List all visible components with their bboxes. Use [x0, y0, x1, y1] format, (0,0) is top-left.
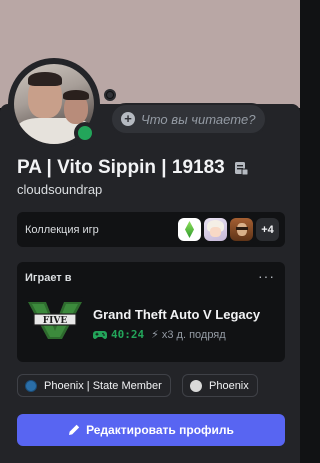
server-tag-label: Phoenix | State Member — [44, 379, 162, 392]
username: cloudsoundrap — [17, 182, 103, 197]
server-tag-label: Phoenix — [209, 379, 249, 392]
server-icon — [25, 379, 37, 392]
game-collection-label: Коллекция игр — [25, 223, 99, 236]
name-row: PA | Vito Sippin | 19183 — [17, 157, 249, 179]
game-title: Grand Theft Auto V Legacy — [93, 307, 261, 322]
custom-status-bubble[interactable]: + Что вы читаете? — [110, 103, 267, 135]
server-icon — [190, 379, 202, 392]
elapsed-time: 40:24 — [111, 328, 145, 341]
more-games-badge[interactable]: +4 — [256, 218, 279, 241]
profile-note-icon[interactable] — [233, 160, 249, 176]
online-status-icon — [78, 126, 92, 140]
plus-circle-icon: + — [121, 112, 135, 126]
game-collection[interactable]: Коллекция игр +4 — [17, 212, 285, 247]
man-portrait-icon[interactable] — [230, 218, 253, 241]
gamepad-icon — [93, 330, 107, 339]
streak-icon: ⚡ — [151, 329, 159, 341]
activity-panel: Играет в ··· FIVE Grand Theft Auto V Leg… — [17, 262, 285, 362]
server-tag[interactable]: Phoenix — [182, 374, 258, 397]
server-tag[interactable]: Phoenix | State Member — [17, 374, 171, 397]
activity-meta: 40:24 ⚡ x3 д. подряд — [93, 328, 226, 341]
custom-status-placeholder: Что вы читаете? — [141, 111, 256, 127]
anime-character-icon[interactable] — [204, 218, 227, 241]
edit-profile-label: Редактировать профиль — [86, 423, 234, 437]
streak-text: x3 д. подряд — [161, 328, 226, 341]
sims-plumbob-icon[interactable] — [178, 218, 201, 241]
status-bubble-tail — [104, 89, 116, 101]
gta-v-logo-icon[interactable]: FIVE — [26, 297, 84, 343]
avatar-hair-secondary — [63, 90, 89, 100]
pencil-icon — [69, 424, 80, 435]
display-name: PA | Vito Sippin | 19183 — [17, 157, 225, 178]
activity-label: Играет в — [25, 272, 72, 284]
activity-menu-icon[interactable]: ··· — [258, 268, 275, 284]
edit-profile-button[interactable]: Редактировать профиль — [17, 414, 285, 446]
avatar-hair — [28, 72, 62, 86]
svg-text:FIVE: FIVE — [43, 316, 68, 326]
